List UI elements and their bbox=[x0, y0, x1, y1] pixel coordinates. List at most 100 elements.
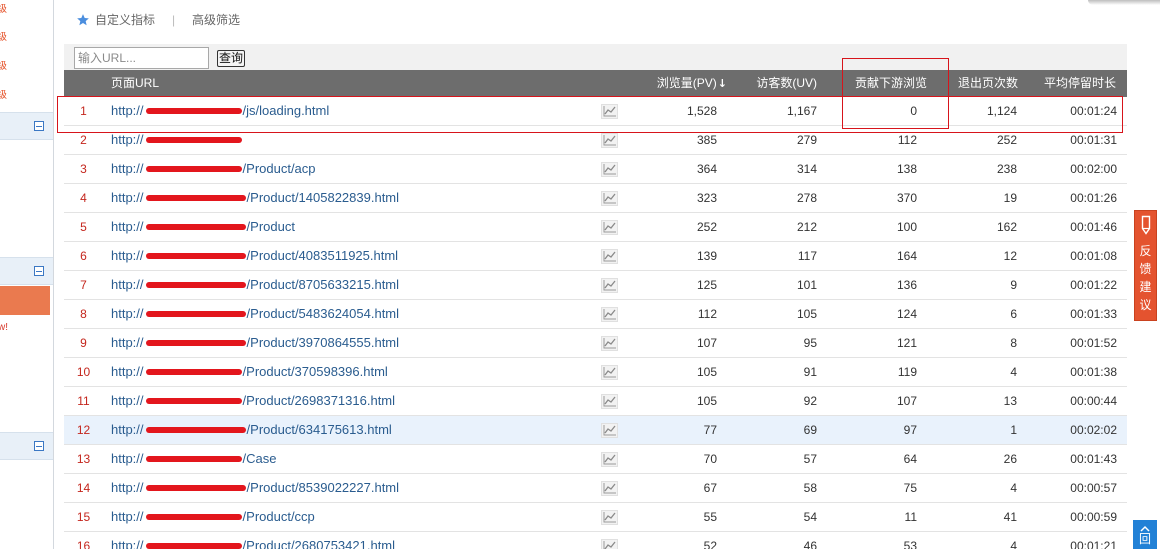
redaction-mark bbox=[145, 426, 246, 433]
avg-time-cell: 00:01:52 bbox=[1070, 336, 1117, 350]
table-row[interactable]: 4 http:// /Product/1405822839.html 323 27… bbox=[64, 184, 1127, 213]
exits-cell: 4 bbox=[1010, 481, 1017, 495]
line-chart-icon[interactable] bbox=[601, 307, 618, 322]
page-url-link[interactable]: http:// /Product/370598396.html bbox=[111, 364, 388, 379]
line-chart-icon[interactable] bbox=[601, 481, 618, 496]
line-chart-icon[interactable] bbox=[601, 394, 618, 409]
table-row[interactable]: 3 http:// /Product/acp 364 314 138 238 00… bbox=[64, 155, 1127, 184]
table-row[interactable]: 9 http:// /Product/3970864555.html 107 95… bbox=[64, 329, 1127, 358]
table-row[interactable]: 12 http:///Product/634175613.html 77 69 … bbox=[64, 416, 1127, 445]
downstream-cell: 124 bbox=[896, 307, 917, 321]
page-url-link[interactable]: http:// /Product/8705633215.html bbox=[111, 277, 399, 292]
sidebar-group-header[interactable] bbox=[0, 112, 53, 140]
sort-desc-icon[interactable]: ↓ bbox=[718, 77, 727, 90]
page-url-cell: http:// bbox=[103, 126, 595, 154]
minus-square-icon[interactable] bbox=[34, 441, 44, 451]
minus-square-icon[interactable] bbox=[34, 266, 44, 276]
exits-cell: 4 bbox=[1010, 365, 1017, 379]
table-row[interactable]: 2 http:// 385 279 112 252 00:01:31 bbox=[64, 126, 1127, 155]
table-row[interactable]: 15 http:// /Product/ccp 55 54 11 41 00:00… bbox=[64, 503, 1127, 532]
page-url-link[interactable]: http:// /Product/8539022227.html bbox=[111, 480, 399, 495]
downstream-cell: 112 bbox=[897, 133, 917, 147]
page-url-link[interactable]: http:// /Product/634175613.html bbox=[111, 422, 392, 437]
page-url-link[interactable]: http:// /Product/4083511925.html bbox=[111, 248, 398, 263]
page-url-link[interactable]: http:// /Case bbox=[111, 451, 277, 466]
trend-cell bbox=[595, 474, 625, 502]
table-row[interactable]: 11 http:// /Product/2698371316.html 105 9… bbox=[64, 387, 1127, 416]
line-chart-icon[interactable] bbox=[601, 191, 618, 206]
page-url-link[interactable]: http:// /Product/5483624054.html bbox=[111, 306, 399, 321]
line-chart-icon[interactable] bbox=[601, 539, 618, 549]
header-exits[interactable]: 退出页次数 bbox=[927, 70, 1027, 97]
line-chart-icon[interactable] bbox=[601, 162, 618, 177]
table-header: 页面URL 浏览量(PV)↓ 访客数(UV) 贡献下游浏览 退出页次数 平均停留… bbox=[64, 70, 1127, 97]
uv-cell: 105 bbox=[796, 307, 817, 321]
avg-time-cell: 00:01:08 bbox=[1070, 249, 1117, 263]
header-downstream[interactable]: 贡献下游浏览 bbox=[827, 70, 927, 97]
pv-cell: 105 bbox=[696, 394, 717, 408]
header-uv[interactable]: 访客数(UV) bbox=[727, 70, 827, 97]
header-pv[interactable]: 浏览量(PV)↓ bbox=[625, 70, 727, 97]
row-rank: 1 bbox=[80, 104, 87, 118]
pencil-icon bbox=[1141, 215, 1151, 235]
sidebar-group-header[interactable] bbox=[0, 257, 53, 285]
pv-cell: 364 bbox=[696, 162, 717, 176]
page-url-link[interactable]: http:// /js/loading.html bbox=[111, 103, 329, 118]
line-chart-icon[interactable] bbox=[601, 249, 618, 264]
line-chart-icon[interactable] bbox=[601, 220, 618, 235]
table-row[interactable]: 7 http:// /Product/8705633215.html 125 10… bbox=[64, 271, 1127, 300]
table-row[interactable]: 5 http:// /Product 252 212 100 162 00:01:… bbox=[64, 213, 1127, 242]
pv-cell: 252 bbox=[696, 220, 717, 234]
url-path: /Product/2680753421.html bbox=[242, 538, 396, 549]
url-search-input[interactable] bbox=[74, 47, 209, 69]
page-url-link[interactable]: http:// /Product/ccp bbox=[111, 509, 315, 524]
page-url-link[interactable]: http:// /Product/2680753421.html bbox=[111, 538, 395, 549]
table-row[interactable]: 13 http:// /Case 70 57 64 26 00:01:43 bbox=[64, 445, 1127, 474]
custom-metrics-link[interactable]: 自定义指标 bbox=[95, 12, 155, 28]
feedback-tab[interactable]: 反 馈 建 议 bbox=[1134, 210, 1157, 321]
line-chart-icon[interactable] bbox=[601, 423, 618, 438]
minus-square-icon[interactable] bbox=[34, 121, 44, 131]
exits-cell: 13 bbox=[1003, 394, 1017, 408]
table-body: 1 http:///js/loading.html 1,528 1,167 0 … bbox=[64, 97, 1127, 549]
pv-cell: 107 bbox=[696, 336, 717, 350]
line-chart-icon[interactable] bbox=[601, 365, 618, 380]
page-url-link[interactable]: http:// /Product/2698371316.html bbox=[111, 393, 395, 408]
table-row[interactable]: 8 http:// /Product/5483624054.html 112 10… bbox=[64, 300, 1127, 329]
line-chart-icon[interactable] bbox=[601, 510, 618, 525]
avg-time-cell: 00:02:00 bbox=[1070, 162, 1117, 176]
sidebar-item-active[interactable] bbox=[0, 286, 50, 315]
page-url-link[interactable]: http:// bbox=[111, 132, 243, 147]
table-row[interactable]: 1 http:///js/loading.html 1,528 1,167 0 … bbox=[64, 97, 1127, 126]
advanced-filter-link[interactable]: 高级筛选 bbox=[192, 12, 240, 28]
table-row[interactable]: 10 http:// /Product/370598396.html 105 91… bbox=[64, 358, 1127, 387]
line-chart-icon[interactable] bbox=[601, 336, 618, 351]
trend-cell bbox=[595, 184, 625, 212]
url-path: /Product/4083511925.html bbox=[246, 248, 399, 263]
uv-cell: 101 bbox=[796, 278, 817, 292]
page-url-link[interactable]: http:// /Product/3970864555.html bbox=[111, 335, 399, 350]
table-row[interactable]: 6 http:// /Product/4083511925.html 139 11… bbox=[64, 242, 1127, 271]
line-chart-icon[interactable] bbox=[601, 452, 618, 467]
page-url-link[interactable]: http:// /Product/1405822839.html bbox=[111, 190, 399, 205]
avg-time-cell: 00:00:59 bbox=[1070, 510, 1117, 524]
pv-cell: 112 bbox=[697, 307, 717, 321]
table-row[interactable]: 14 http:// /Product/8539022227.html 67 58… bbox=[64, 474, 1127, 503]
table-row[interactable]: 16 http:// /Product/2680753421.html 52 46… bbox=[64, 532, 1127, 549]
exits-cell: 9 bbox=[1010, 278, 1017, 292]
back-to-top-button[interactable]: 回 bbox=[1133, 520, 1157, 549]
page-url-link[interactable]: http:// /Product bbox=[111, 219, 295, 234]
header-avg-time[interactable]: 平均停留时长 bbox=[1027, 70, 1127, 97]
feedback-label: 反 馈 建 议 bbox=[1135, 242, 1156, 314]
star-icon[interactable] bbox=[76, 13, 90, 27]
line-chart-icon[interactable] bbox=[601, 278, 618, 293]
avg-time-cell: 00:01:21 bbox=[1070, 539, 1117, 549]
sidebar-group-header[interactable] bbox=[0, 432, 53, 460]
line-chart-icon[interactable] bbox=[601, 133, 618, 148]
avg-time-cell: 00:01:24 bbox=[1070, 104, 1117, 118]
line-chart-icon[interactable] bbox=[601, 104, 618, 119]
page-url-link[interactable]: http:// /Product/acp bbox=[111, 161, 316, 176]
search-button[interactable]: 查询 bbox=[217, 50, 245, 67]
sidebar-badge: 级 bbox=[0, 61, 9, 73]
avg-time-cell: 00:00:44 bbox=[1070, 394, 1117, 408]
